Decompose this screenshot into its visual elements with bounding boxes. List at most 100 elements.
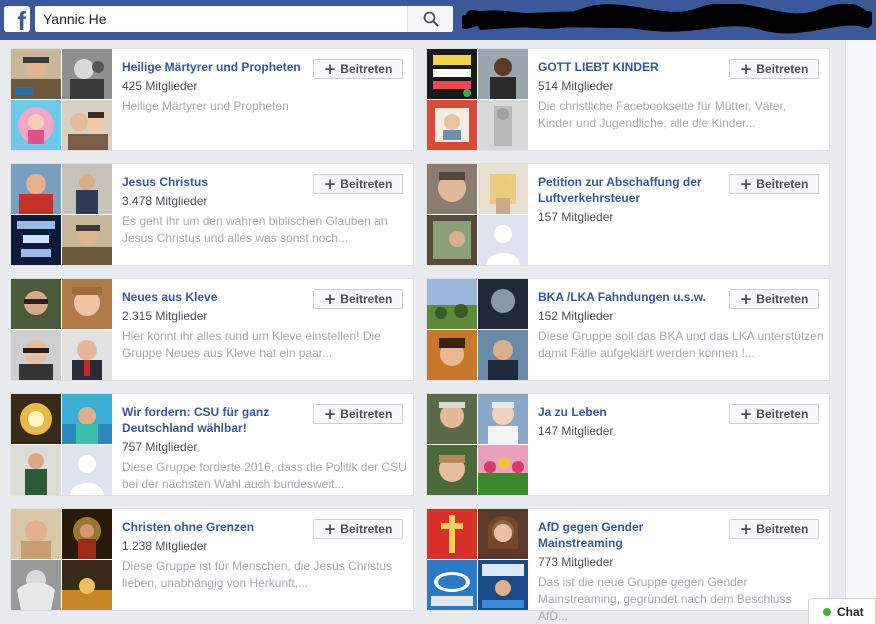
member-photo bbox=[478, 279, 528, 329]
chat-tab[interactable]: Chat (1 bbox=[808, 598, 876, 624]
member-count: 425 Mitglieder bbox=[122, 79, 198, 93]
member-count: 514 Mitglieder bbox=[538, 79, 614, 93]
member-photo bbox=[427, 509, 477, 559]
facebook-logo[interactable]: f bbox=[4, 6, 30, 32]
group-card: Jesus Christus 3.478 Mitglieder Es geht … bbox=[10, 163, 414, 266]
group-name-link[interactable]: GOTT LIEBT KINDER bbox=[538, 59, 726, 75]
join-group-button[interactable]: + Beitreten bbox=[313, 289, 403, 309]
group-name-link[interactable]: BKA /LKA Fahndungen u.s.w. bbox=[538, 289, 726, 305]
join-group-button[interactable]: + Beitreten bbox=[729, 404, 819, 424]
group-name-link[interactable]: Jesus Christus bbox=[122, 174, 310, 190]
member-photo bbox=[478, 394, 528, 444]
member-photo bbox=[11, 100, 61, 150]
group-description: Diese Gruppe ist für Menschen, die Jesus… bbox=[122, 559, 393, 590]
member-photo bbox=[478, 49, 528, 99]
group-description: Es geht ihr um den wahren biblischen Gla… bbox=[122, 214, 388, 245]
group-name-link[interactable]: Petition zur Abschaffung der Luftverkehr… bbox=[538, 174, 726, 206]
member-photo bbox=[62, 100, 112, 150]
group-description: Das ist die neue Gruppe gegen Gender Mai… bbox=[538, 575, 792, 623]
group-photo-grid[interactable] bbox=[11, 164, 113, 265]
group-name-link[interactable]: Wir fordern: CSU für ganz Deutschland wä… bbox=[122, 404, 310, 436]
group-photo-grid[interactable] bbox=[427, 394, 529, 495]
member-photo bbox=[427, 164, 477, 214]
group-card: Ja zu Leben 147 Mitglieder + Beitreten bbox=[426, 393, 830, 496]
group-photo-grid[interactable] bbox=[427, 509, 529, 610]
member-photo bbox=[11, 560, 61, 610]
join-button-label: Beitreten bbox=[756, 522, 809, 536]
online-status-icon bbox=[823, 608, 831, 616]
member-photo bbox=[427, 330, 477, 380]
group-photo-grid[interactable] bbox=[11, 49, 113, 150]
join-button-label: Beitreten bbox=[340, 177, 393, 191]
join-button-label: Beitreten bbox=[756, 62, 809, 76]
group-description: Diese Gruppe soll das BKA und das LKA un… bbox=[538, 329, 824, 360]
group-card: BKA /LKA Fahndungen u.s.w. 152 Mitgliede… bbox=[426, 278, 830, 381]
group-photo-grid[interactable] bbox=[11, 394, 113, 495]
group-photo-grid[interactable] bbox=[427, 164, 529, 265]
plus-icon: + bbox=[739, 404, 753, 423]
join-button-label: Beitreten bbox=[756, 407, 809, 421]
member-photo bbox=[11, 164, 61, 214]
member-photo bbox=[427, 560, 477, 610]
group-name-link[interactable]: AfD gegen Gender Mainstreaming bbox=[538, 519, 726, 551]
member-photo bbox=[62, 279, 112, 329]
join-group-button[interactable]: + Beitreten bbox=[313, 59, 403, 79]
right-sidebar bbox=[845, 40, 876, 624]
join-button-label: Beitreten bbox=[756, 292, 809, 306]
search-input[interactable] bbox=[35, 6, 407, 32]
member-photo bbox=[11, 509, 61, 559]
join-group-button[interactable]: + Beitreten bbox=[313, 404, 403, 424]
redaction-scribble bbox=[462, 4, 872, 34]
member-photo bbox=[62, 49, 112, 99]
join-group-button[interactable]: + Beitreten bbox=[313, 174, 403, 194]
member-count: 147 Mitglieder bbox=[538, 424, 614, 438]
join-group-button[interactable]: + Beitreten bbox=[729, 174, 819, 194]
search-icon bbox=[423, 11, 438, 27]
plus-icon: + bbox=[323, 519, 337, 538]
group-photo-grid[interactable] bbox=[11, 279, 113, 380]
member-photo bbox=[11, 330, 61, 380]
join-group-button[interactable]: + Beitreten bbox=[313, 519, 403, 539]
groups-grid: Heilige Märtyrer und Propheten 425 Mitgl… bbox=[0, 40, 845, 624]
join-group-button[interactable]: + Beitreten bbox=[729, 519, 819, 539]
member-photo bbox=[427, 49, 477, 99]
member-photo bbox=[478, 445, 528, 495]
member-photo bbox=[62, 394, 112, 444]
group-photo-grid[interactable] bbox=[427, 279, 529, 380]
plus-icon: + bbox=[323, 174, 337, 193]
top-navigation-bar: f bbox=[0, 0, 876, 40]
plus-icon: + bbox=[323, 289, 337, 308]
member-count: 757 Mitglieder bbox=[122, 440, 198, 454]
member-photo bbox=[427, 215, 477, 265]
member-photo bbox=[11, 394, 61, 444]
group-photo-grid[interactable] bbox=[427, 49, 529, 150]
group-photo-grid[interactable] bbox=[11, 509, 113, 610]
member-count: 1.238 Mitglieder bbox=[122, 539, 208, 553]
member-count: 2.315 Mitglieder bbox=[122, 309, 208, 323]
join-button-label: Beitreten bbox=[340, 407, 393, 421]
join-button-label: Beitreten bbox=[340, 522, 393, 536]
group-description: Die christliche Facebookseite für Mütter… bbox=[538, 99, 787, 130]
default-avatar bbox=[62, 445, 112, 495]
search-box bbox=[35, 6, 453, 32]
member-photo bbox=[62, 509, 112, 559]
member-photo bbox=[427, 100, 477, 150]
group-name-link[interactable]: Ja zu Leben bbox=[538, 404, 726, 420]
join-button-label: Beitreten bbox=[756, 177, 809, 191]
group-card: Wir fordern: CSU für ganz Deutschland wä… bbox=[10, 393, 414, 496]
member-count: 3.478 Mitglieder bbox=[122, 194, 208, 208]
search-button[interactable] bbox=[407, 6, 453, 32]
member-photo bbox=[62, 215, 112, 265]
group-card: Heilige Märtyrer und Propheten 425 Mitgl… bbox=[10, 48, 414, 151]
member-photo bbox=[62, 560, 112, 610]
plus-icon: + bbox=[739, 289, 753, 308]
member-photo bbox=[478, 330, 528, 380]
group-name-link[interactable]: Christen ohne Grenzen bbox=[122, 519, 310, 535]
plus-icon: + bbox=[739, 519, 753, 538]
group-card: Petition zur Abschaffung der Luftverkehr… bbox=[426, 163, 830, 266]
join-group-button[interactable]: + Beitreten bbox=[729, 59, 819, 79]
plus-icon: + bbox=[739, 174, 753, 193]
group-name-link[interactable]: Neues aus Kleve bbox=[122, 289, 310, 305]
join-group-button[interactable]: + Beitreten bbox=[729, 289, 819, 309]
group-name-link[interactable]: Heilige Märtyrer und Propheten bbox=[122, 59, 310, 75]
